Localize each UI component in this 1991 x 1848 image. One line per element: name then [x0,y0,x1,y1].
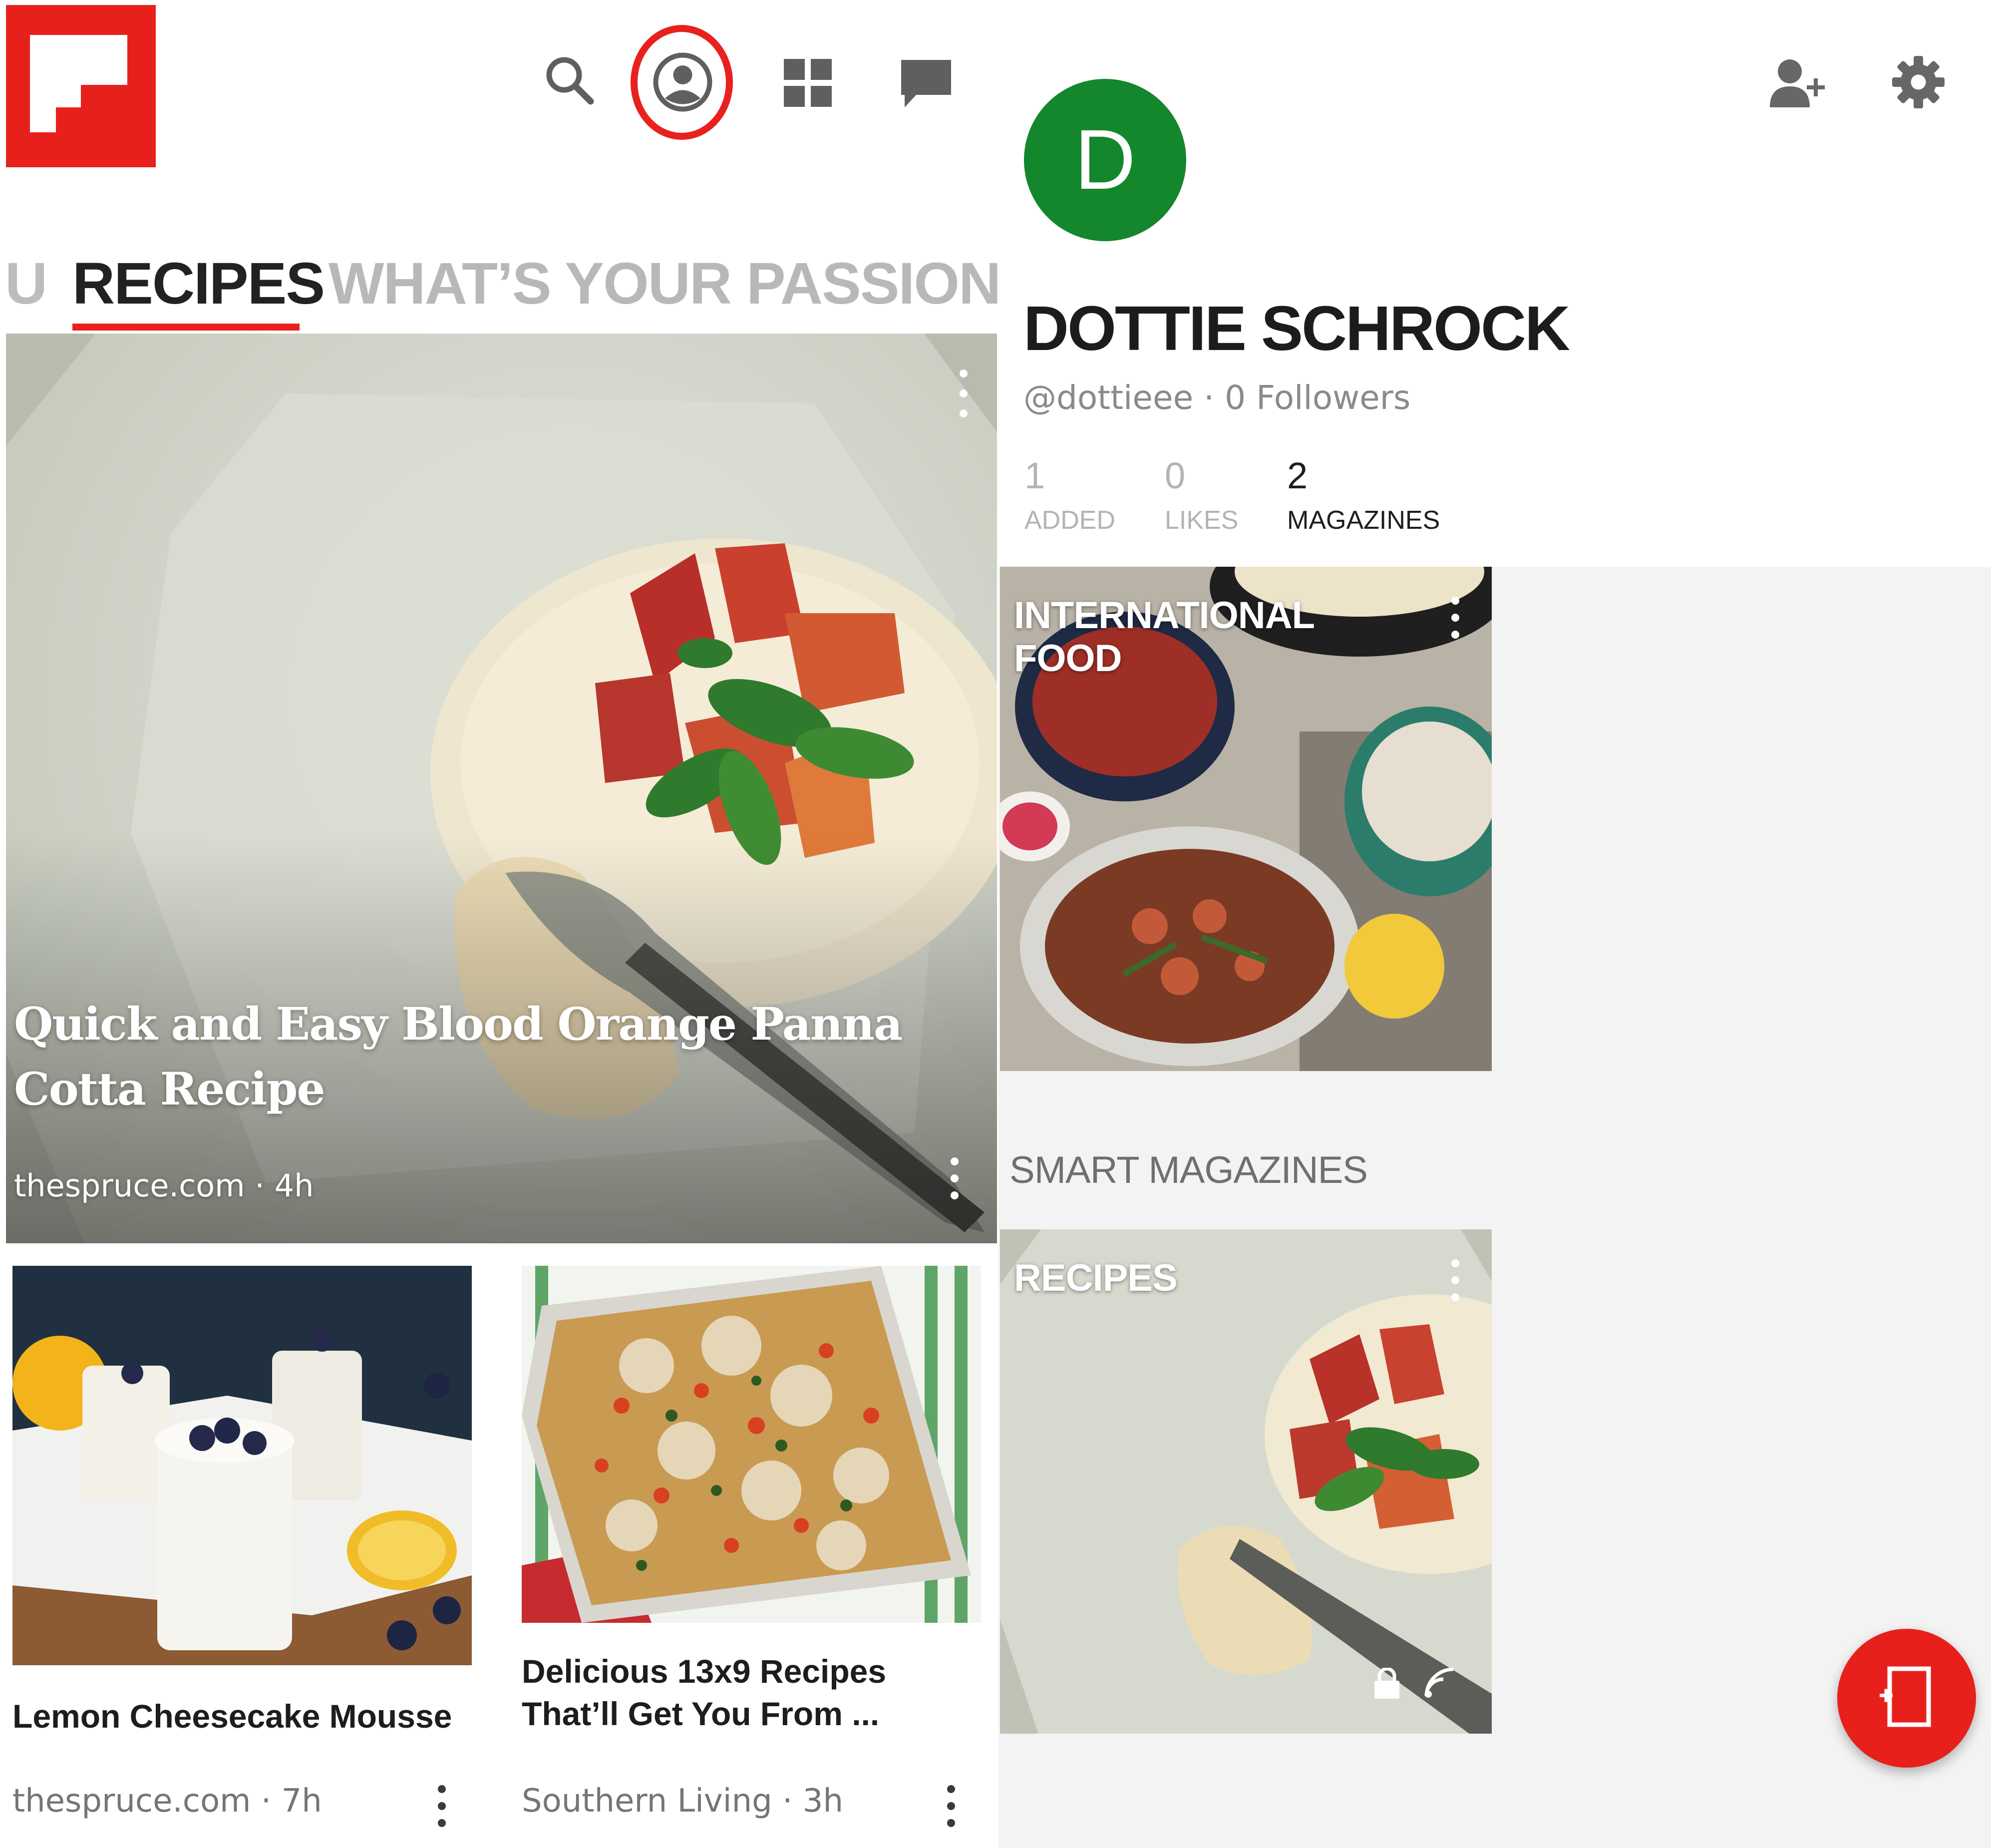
lock-icon [1373,1667,1400,1699]
hero-top-menu-icon[interactable] [954,370,974,424]
stat-magazines-value[interactable]: 2 [1287,454,1308,497]
search-icon[interactable] [537,47,602,112]
card-image [522,1266,981,1623]
tab-recipes[interactable]: RECIPES [72,250,325,318]
card-source: thespruce.com · 7h [12,1783,322,1820]
hero-source: thespruce.com · 4h [14,1167,314,1204]
create-magazine-button[interactable] [1837,1629,1976,1768]
hero-more-options-icon[interactable] [945,1157,965,1212]
smart-magazine-title: RECIPES [1014,1257,1178,1299]
magazine-title: INTERNATIONAL FOOD [1014,594,1315,680]
tab-whats-your-passion[interactable]: WHAT’S YOUR PASSION? [329,250,998,318]
gear-icon[interactable] [1892,56,1945,108]
feed-signal-icon [1423,1666,1456,1699]
magazine-tile[interactable]: INTERNATIONAL FOOD [1000,567,1492,1071]
avatar[interactable]: D [1024,79,1186,241]
magazine-more-options-icon[interactable] [1445,597,1465,652]
stat-added-value[interactable]: 1 [1024,454,1045,497]
profile-handle[interactable]: @dottieee · 0 Followers [1023,378,1410,417]
add-magazine-icon [1880,1666,1931,1727]
active-tab-indicator [72,324,300,331]
stat-likes-label[interactable]: LIKES [1165,505,1238,535]
grid-icon[interactable] [784,59,832,107]
tab-previous[interactable]: U [5,250,47,318]
stat-magazines-label[interactable]: MAGAZINES [1287,505,1440,535]
feed-panel: U RECIPES WHAT’S YOUR PASSION? Quick and… [0,0,998,1848]
profile-name: DOTTIE SCHROCK [1023,293,1570,364]
flipboard-logo[interactable] [6,5,156,167]
smart-magazines-heading: SMART MAGAZINES [1009,1149,1368,1191]
add-person-icon[interactable] [1770,57,1830,110]
profile-panel: D DOTTIE SCHROCK @dottieee · 0 Followers… [998,0,1991,1848]
card-more-options-icon[interactable] [432,1785,452,1840]
stat-added-label[interactable]: ADDED [1024,505,1115,535]
smart-magazine-more-options-icon[interactable] [1445,1259,1465,1314]
smart-magazine-cover-image [1000,1229,1492,1734]
stat-likes-value[interactable]: 0 [1165,454,1185,497]
card-image [12,1266,472,1665]
card-title[interactable]: Lemon Cheesecake Mousse [12,1695,472,1738]
card-source: Southern Living · 3h [522,1783,844,1820]
hero-title[interactable]: Quick and Easy Blood Orange Panna Cotta … [14,992,938,1121]
hero-article[interactable]: Quick and Easy Blood Orange Panna Cotta … [6,334,997,1243]
card-more-options-icon[interactable] [941,1785,961,1840]
smart-magazine-tile[interactable]: RECIPES [1000,1229,1492,1734]
card-title[interactable]: Delicious 13x9 Recipes That’ll Get You F… [522,1650,981,1735]
chat-icon[interactable] [899,57,954,112]
profile-icon[interactable] [652,51,714,113]
